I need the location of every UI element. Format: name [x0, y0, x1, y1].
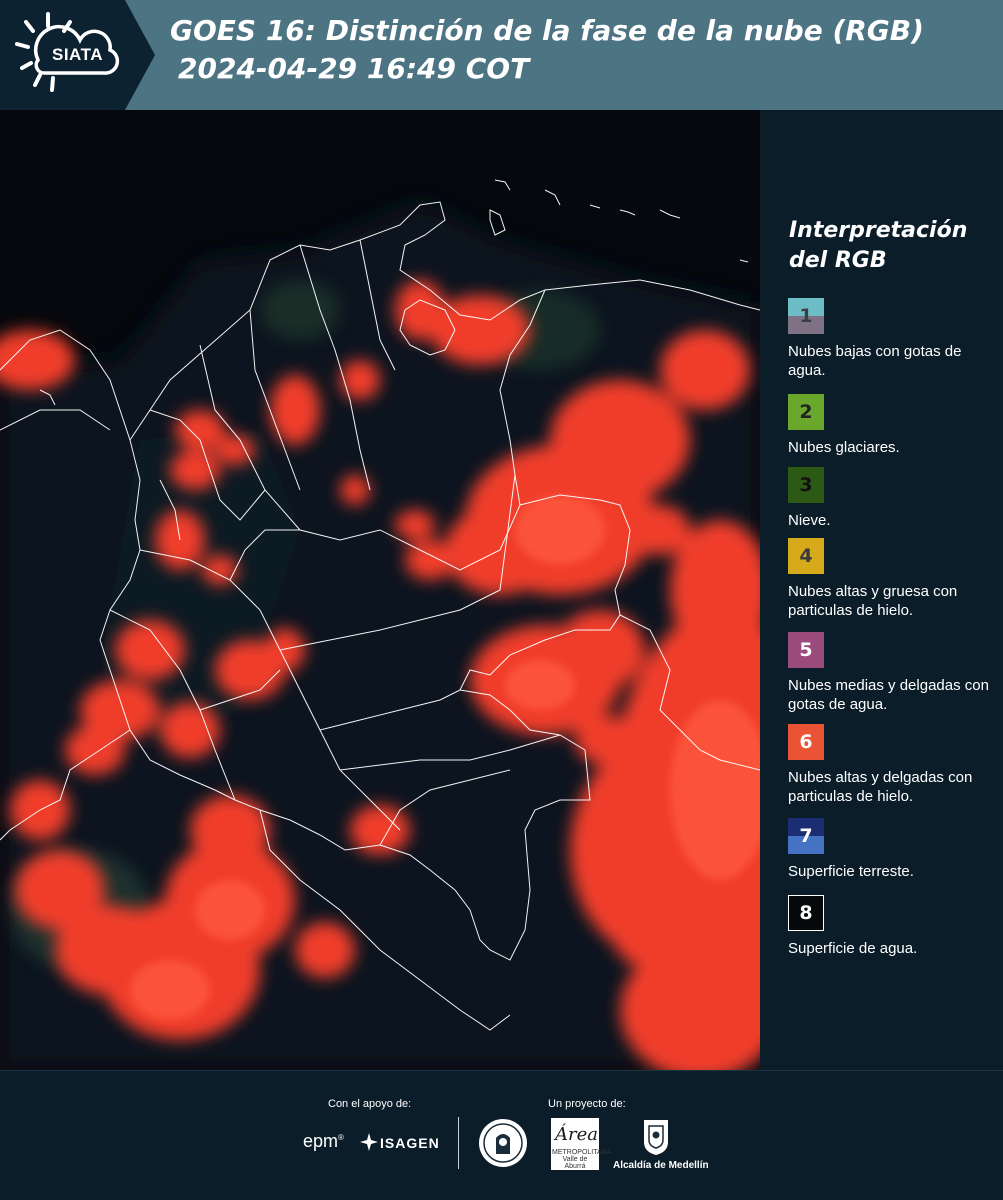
- legend-label-5: Nubes medias y delgadas con gotas de agu…: [788, 677, 989, 713]
- header-bar: SIATA GOES 16: Distinción de la fase de …: [0, 0, 1003, 110]
- legend-label-7: Superficie terreste.: [788, 863, 914, 880]
- title-line-1: GOES 16: Distinción de la fase de la nub…: [170, 14, 924, 47]
- legend-item-1: 1 Nubes bajas con gotas de agua.: [788, 298, 1000, 380]
- legend-number-2: 2: [799, 401, 813, 423]
- siata-logo: SIATA: [0, 0, 155, 110]
- legend-swatch-1: 1: [788, 298, 824, 334]
- page-title: GOES 16: Distinción de la fase de la nub…: [170, 12, 924, 88]
- legend-number-3: 3: [799, 474, 813, 496]
- legend-item-8: 8 Superficie de agua.: [788, 895, 1000, 958]
- medellin-coat-of-arms-icon: [644, 1120, 668, 1155]
- legend-label-6: Nubes altas y delgadas con particulas de…: [788, 769, 973, 805]
- legend-item-4: 4 Nubes altas y gruesa con particulas de…: [788, 538, 1000, 620]
- title-line-2: 2024-04-29 16:49 COT: [178, 52, 530, 85]
- seal-logo-icon: [479, 1119, 527, 1167]
- legend-swatch-2: 2: [788, 394, 824, 430]
- footer-divider: [458, 1117, 459, 1169]
- isagen-star-icon: [360, 1133, 378, 1151]
- legend-number-4: 4: [799, 545, 813, 567]
- legend-panel: Interpretación del RGB 1 Nubes bajas con…: [760, 110, 1003, 1070]
- legend-swatch-6: 6: [788, 724, 824, 760]
- support-label: Con el apoyo de:: [328, 1098, 412, 1110]
- legend-label-3: Nieve.: [788, 512, 831, 529]
- project-label: Un proyecto de:: [548, 1098, 626, 1110]
- legend-label-1: Nubes bajas con gotas de agua.: [788, 343, 962, 379]
- siata-brand-text: SIATA: [52, 45, 103, 64]
- area-metropolitana-logo: Área METROPOLITANA Valle de Aburrá: [551, 1118, 612, 1170]
- legend-item-6: 6 Nubes altas y delgadas con particulas …: [788, 724, 1000, 806]
- footer-sponsors: Con el apoyo de: Un proyecto de: epm® IS…: [0, 1070, 1003, 1200]
- legend-item-3: 3 Nieve.: [788, 467, 1000, 530]
- area-logo-caption: METROPOLITANA Valle de Aburrá: [552, 1149, 612, 1170]
- legend-swatch-8: 8: [788, 895, 824, 931]
- legend-number-5: 5: [799, 639, 813, 661]
- legend-item-7: 7 Superficie terreste.: [788, 818, 1000, 881]
- legend-number-6: 6: [799, 731, 813, 753]
- legend-swatch-7: 7: [788, 818, 824, 854]
- medellin-logo-text: Alcaldía de Medellín: [613, 1160, 709, 1171]
- legend-label-8: Superficie de agua.: [788, 940, 918, 957]
- legend-label-4: Nubes altas y gruesa con particulas de h…: [788, 583, 958, 619]
- isagen-logo: ISAGEN: [380, 1135, 440, 1151]
- epm-logo-text: epm: [303, 1131, 339, 1151]
- legend-number-1: 1: [799, 305, 813, 327]
- legend-swatch-4: 4: [788, 538, 824, 574]
- legend-number-8: 8: [799, 902, 813, 924]
- legend-title: Interpretación del RGB: [789, 218, 968, 273]
- satellite-map: [0, 110, 760, 1070]
- legend-number-7: 7: [799, 825, 813, 847]
- epm-logo: epm®: [303, 1131, 344, 1151]
- legend-item-5: 5 Nubes medias y delgadas con gotas de a…: [788, 632, 1000, 714]
- rgb-satellite-image: [0, 110, 760, 1070]
- legend-label-2: Nubes glaciares.: [788, 439, 900, 456]
- legend-swatch-5: 5: [788, 632, 824, 668]
- legend-swatch-3: 3: [788, 467, 824, 503]
- legend-item-2: 2 Nubes glaciares.: [788, 394, 1000, 457]
- area-logo-text: Área: [555, 1124, 598, 1145]
